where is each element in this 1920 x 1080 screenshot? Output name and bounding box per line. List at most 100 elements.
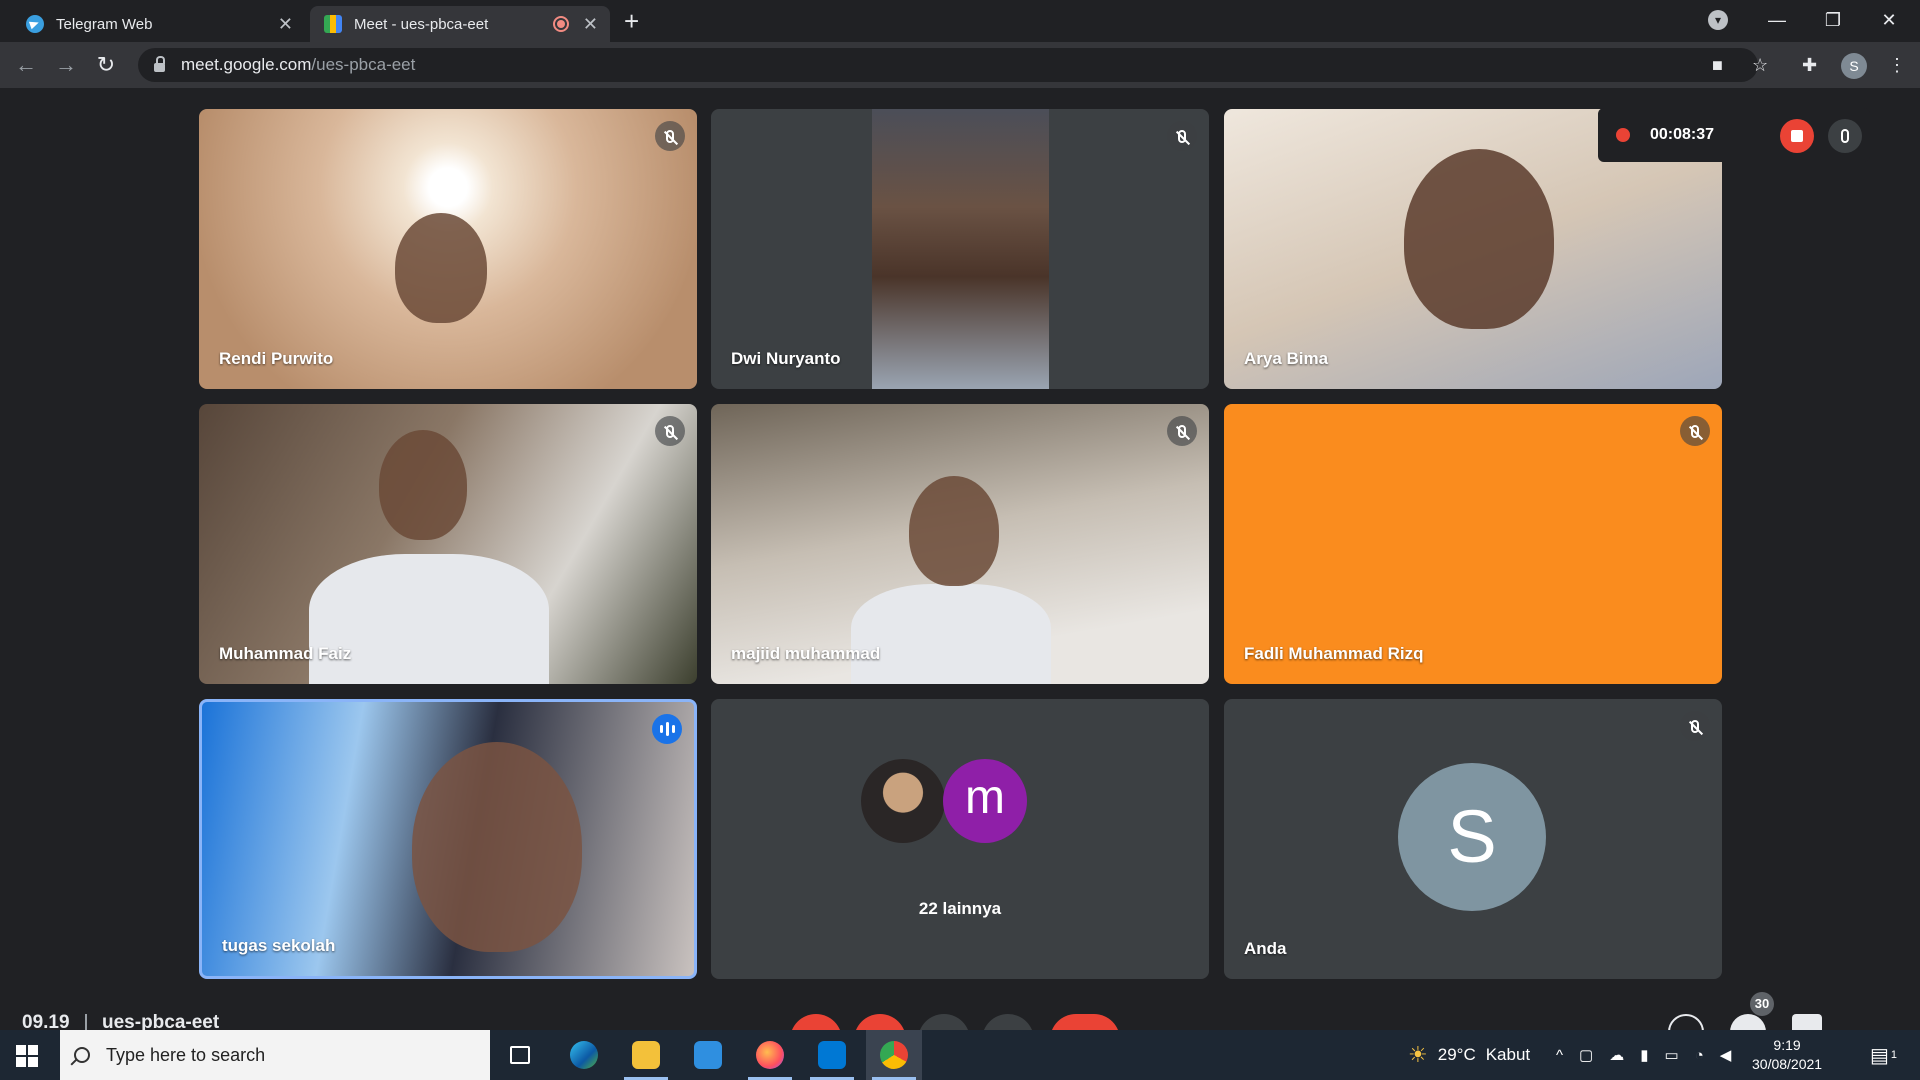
- url-host: meet.google.com: [181, 55, 312, 74]
- participant-video: [872, 109, 1049, 389]
- url-path: /ues-pbca-eet: [311, 55, 416, 74]
- tab-title: Meet - ues-pbca-eet: [354, 15, 489, 33]
- participant-tile[interactable]: Rendi Purwito: [199, 109, 697, 389]
- system-tray: ^ ▢ ☁ ▮ ▭ ◔ ◀: [1556, 1030, 1731, 1080]
- volume-icon[interactable]: ◀: [1720, 1046, 1732, 1064]
- participant-count-badge: 30: [1750, 992, 1774, 1016]
- notification-center-icon[interactable]: ▤ 1: [1870, 1030, 1897, 1080]
- recording-dot-icon: [1616, 128, 1630, 142]
- search-placeholder: Type here to search: [106, 1044, 266, 1065]
- extensions-icon[interactable]: ✚: [1802, 55, 1817, 76]
- meet-control-bar: 09.19 ues-pbca-eet 30: [0, 992, 1920, 1066]
- participant-video: [1404, 149, 1554, 329]
- participant-tile[interactable]: Dwi Nuryanto: [711, 109, 1209, 389]
- vscode-icon[interactable]: [804, 1030, 860, 1080]
- participant-video: [395, 213, 487, 323]
- speaking-indicator-icon: [652, 714, 682, 744]
- recording-indicator-icon: [552, 16, 569, 32]
- participant-tile[interactable]: Fadli Muhammad Rizq: [1224, 404, 1722, 684]
- tab-title: Telegram Web: [56, 15, 153, 33]
- avatar: m: [943, 759, 1027, 843]
- participant-tile-active-speaker[interactable]: tugas sekolah: [199, 699, 697, 979]
- weather-temp: 29°C: [1437, 1045, 1476, 1064]
- mic-off-icon: [1167, 416, 1197, 446]
- wifi-icon[interactable]: ◔: [1695, 1047, 1704, 1064]
- tab-search-icon[interactable]: ▾: [1708, 10, 1728, 30]
- others-tile[interactable]: m 22 lainnya: [711, 699, 1209, 979]
- weather-widget[interactable]: ☀ 29°C Kabut: [1408, 1030, 1530, 1080]
- close-icon[interactable]: ✕: [583, 14, 598, 35]
- mic-off-icon: [1167, 121, 1197, 151]
- participant-tile[interactable]: majiid muhammad: [711, 404, 1209, 684]
- participant-video: [412, 742, 582, 952]
- participant-video: [309, 554, 549, 684]
- participant-face: [379, 430, 467, 540]
- participant-name: tugas sekolah: [222, 936, 336, 955]
- taskbar-clock[interactable]: 9:19 30/08/2021: [1752, 1036, 1822, 1074]
- mail-icon[interactable]: [680, 1030, 736, 1080]
- participant-name: majiid muhammad: [731, 644, 881, 663]
- clock-time: 9:19: [1773, 1037, 1801, 1053]
- tab-meet[interactable]: Meet - ues-pbca-eet ✕: [310, 6, 610, 42]
- firefox-icon[interactable]: [742, 1030, 798, 1080]
- participant-name: Arya Bima: [1244, 349, 1329, 368]
- browser-tab-strip: Telegram Web ✕ Meet - ues-pbca-eet ✕ + ▾…: [0, 0, 1920, 42]
- taskbar-search-box[interactable]: Type here to search: [60, 1030, 490, 1080]
- forward-arrow-icon[interactable]: →: [52, 51, 80, 79]
- avatar: [861, 759, 945, 843]
- close-window-button[interactable]: ✕: [1866, 2, 1912, 38]
- search-icon: [74, 1047, 90, 1063]
- chevron-up-icon[interactable]: ^: [1556, 1047, 1563, 1064]
- close-icon[interactable]: ✕: [278, 14, 293, 35]
- tab-telegram-web[interactable]: Telegram Web ✕: [12, 6, 305, 42]
- recording-panel: 00:08:37: [1598, 108, 1870, 162]
- others-avatars: m: [861, 759, 1061, 843]
- mic-off-icon: [1680, 711, 1710, 741]
- participant-name: Dwi Nuryanto: [731, 349, 841, 368]
- notification-count: 1: [1890, 1049, 1898, 1061]
- meet-icon: [324, 15, 342, 33]
- participant-name: Fadli Muhammad Rizq: [1244, 644, 1424, 663]
- mic-off-icon: [1680, 416, 1710, 446]
- telegram-icon: [26, 15, 44, 33]
- meet-stage: Rendi Purwito Dwi Nuryanto Arya Bima Muh…: [0, 88, 1920, 1030]
- participant-name: Rendi Purwito: [219, 349, 334, 368]
- new-tab-button[interactable]: +: [624, 6, 639, 37]
- more-menu-icon[interactable]: ⋮: [1888, 55, 1906, 76]
- edge-icon[interactable]: [556, 1030, 612, 1080]
- mic-off-icon: [655, 121, 685, 151]
- file-explorer-icon[interactable]: [618, 1030, 674, 1080]
- back-arrow-icon[interactable]: ←: [12, 51, 40, 79]
- windows-taskbar: Type here to search ☀ 29°C Kabut ^ ▢ ☁ ▮…: [0, 1030, 1920, 1080]
- participant-name: Muhammad Faiz: [219, 644, 352, 663]
- microphone-icon[interactable]: ▮: [1640, 1046, 1648, 1064]
- browser-toolbar: ← → ↻ meet.google.com /ues-pbca-eet ■ ☆ …: [0, 42, 1920, 88]
- mic-off-icon: [655, 416, 685, 446]
- others-count-label: 22 lainnya: [918, 899, 1002, 918]
- bookmark-star-icon[interactable]: ☆: [1752, 55, 1768, 76]
- restore-button[interactable]: ❐: [1810, 2, 1856, 38]
- battery-icon[interactable]: ▭: [1665, 1046, 1679, 1064]
- participant-video: [851, 584, 1051, 684]
- stop-recording-button[interactable]: [1780, 119, 1814, 153]
- clock-date: 30/08/2021: [1752, 1056, 1823, 1072]
- participant-face: [909, 476, 999, 586]
- chrome-icon[interactable]: [866, 1030, 922, 1080]
- meet-now-icon[interactable]: ▢: [1579, 1046, 1593, 1064]
- recording-timer: 00:08:37: [1650, 126, 1715, 143]
- minimize-button[interactable]: —: [1754, 2, 1800, 38]
- address-bar[interactable]: meet.google.com /ues-pbca-eet: [138, 48, 1758, 82]
- avatar: S: [1398, 763, 1546, 911]
- lock-icon[interactable]: [154, 55, 165, 72]
- profile-avatar[interactable]: S: [1841, 53, 1867, 79]
- participant-tile[interactable]: Muhammad Faiz: [199, 404, 697, 684]
- task-view-icon[interactable]: [492, 1030, 548, 1080]
- recorder-mic-button[interactable]: [1828, 119, 1862, 153]
- self-tile[interactable]: S Anda: [1224, 699, 1722, 979]
- windows-start-icon[interactable]: [16, 1045, 38, 1067]
- participant-name: Anda: [1244, 939, 1287, 958]
- reload-icon[interactable]: ↻: [92, 51, 120, 79]
- onedrive-icon[interactable]: ☁: [1609, 1046, 1624, 1064]
- weather-text: Kabut: [1485, 1045, 1531, 1064]
- camera-icon[interactable]: ■: [1712, 55, 1723, 76]
